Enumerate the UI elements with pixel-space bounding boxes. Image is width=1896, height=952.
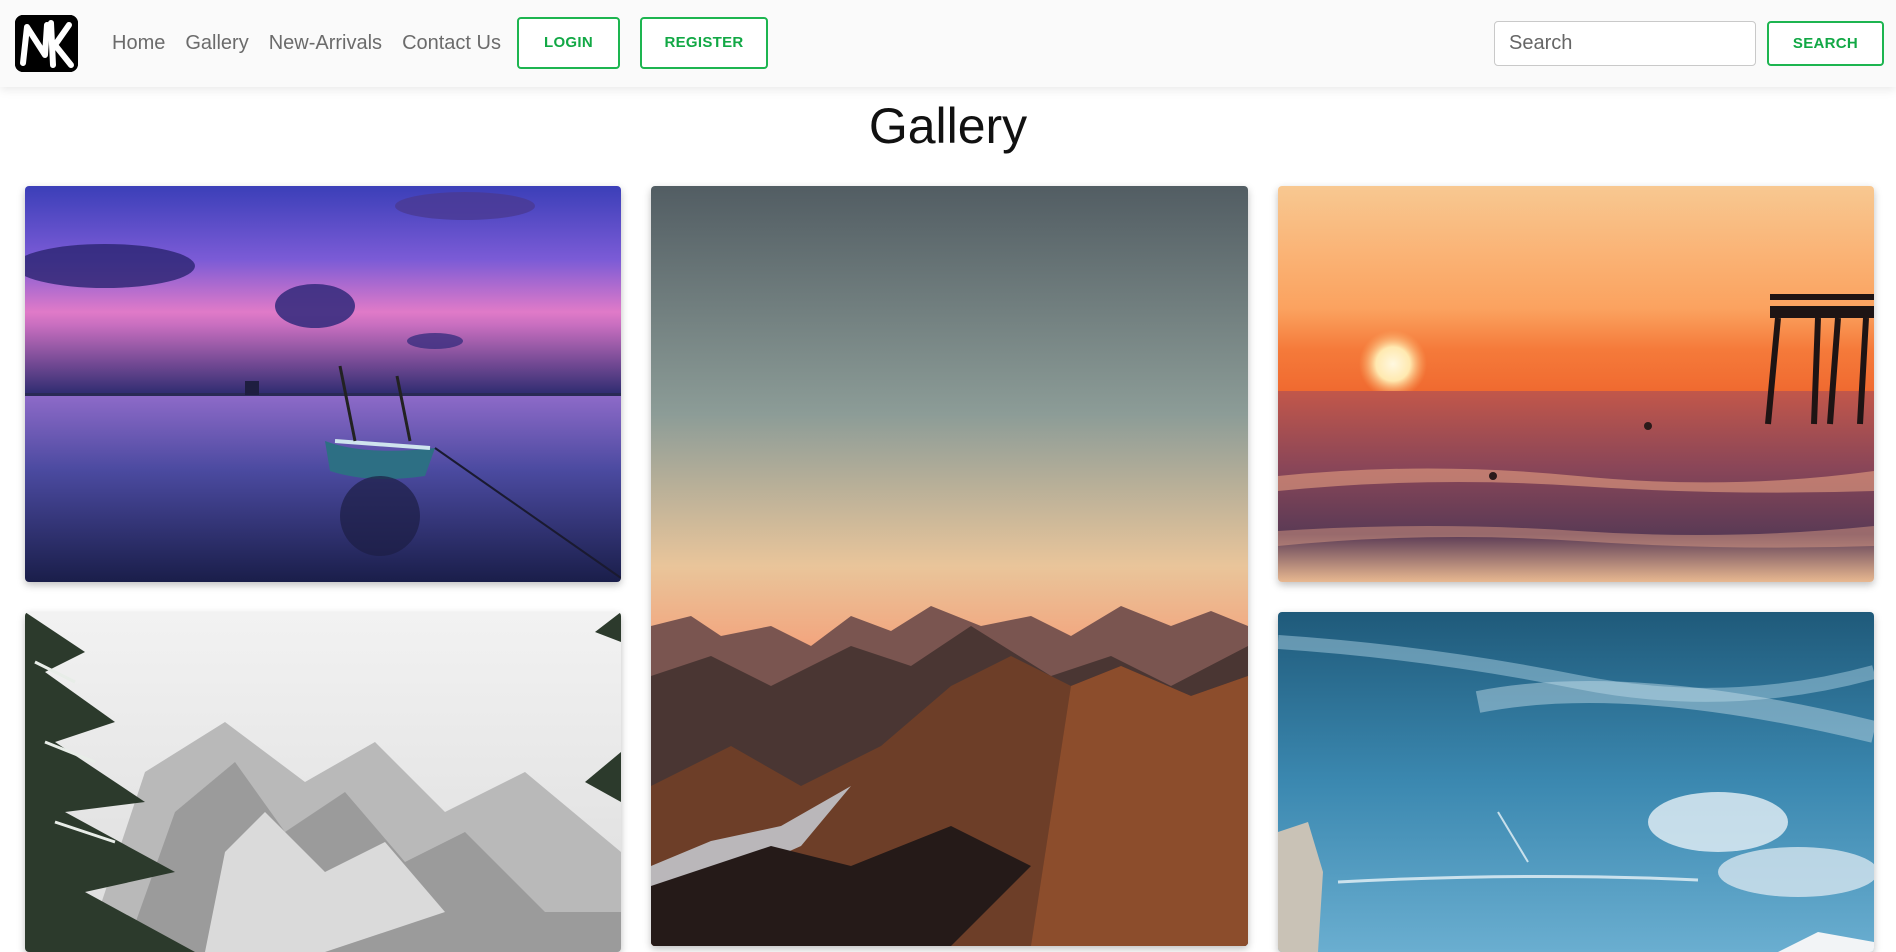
- blue-sky-cliff-image[interactable]: [1278, 612, 1874, 952]
- login-button[interactable]: LOGIN: [517, 17, 620, 69]
- navbar: Home Gallery New-Arrivals Contact Us LOG…: [0, 0, 1896, 87]
- nav-link-contact-us[interactable]: Contact Us: [402, 30, 501, 56]
- nk-logo-icon[interactable]: [15, 15, 78, 72]
- mountain-dusk-image[interactable]: [651, 186, 1248, 946]
- nav-link-home[interactable]: Home: [112, 30, 165, 56]
- nav-link-gallery[interactable]: Gallery: [185, 30, 248, 56]
- snowy-mountain-trees-image[interactable]: [25, 612, 621, 952]
- search-button[interactable]: SEARCH: [1767, 21, 1884, 66]
- page-title: Gallery: [868, 98, 1028, 154]
- register-button[interactable]: REGISTER: [640, 17, 768, 69]
- sunset-lake-boat-image[interactable]: [25, 186, 621, 582]
- beach-sunset-pier-image[interactable]: [1278, 186, 1874, 582]
- main-nav: Home Gallery New-Arrivals Contact Us: [112, 30, 521, 56]
- nav-link-new-arrivals[interactable]: New-Arrivals: [269, 30, 382, 56]
- search-input[interactable]: [1494, 21, 1756, 66]
